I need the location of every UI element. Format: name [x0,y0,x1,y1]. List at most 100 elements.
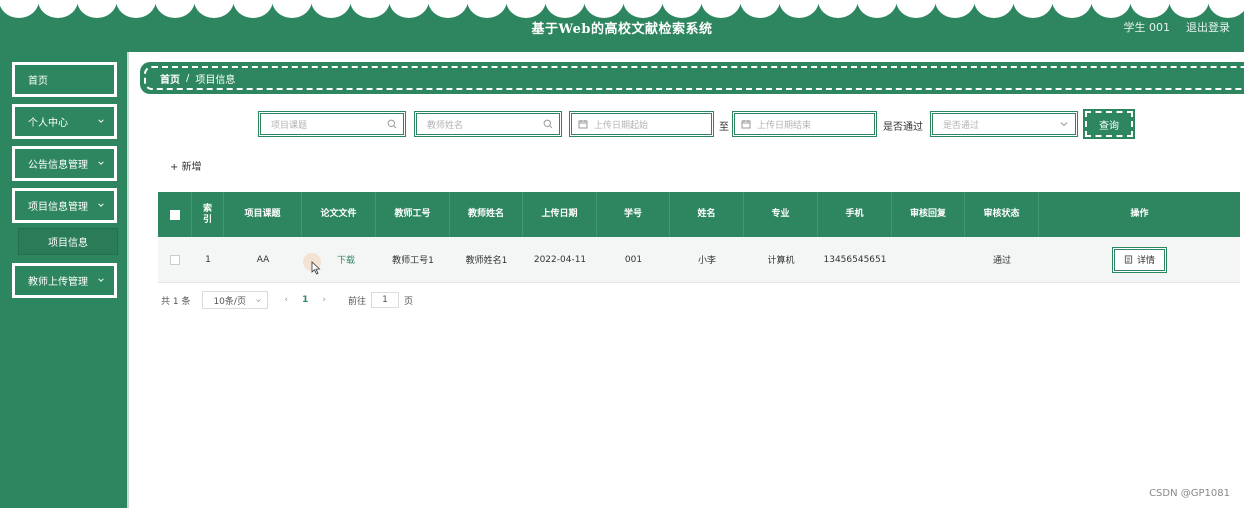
sidebar-item-label: 公告信息管理 [28,160,88,171]
chevron-down-icon [98,161,104,165]
scallop-shape [662,0,702,18]
user-area: 学生 001 退出登录 [1124,19,1231,35]
upload-date-start-input[interactable]: 上传日期起始 [569,111,714,137]
top-header: 基于Web的高校文献检索系统 学生 001 退出登录 [0,0,1244,52]
scallop-shape [233,0,273,18]
scallop-shape [506,0,546,18]
scallop-shape [155,0,195,18]
scallop-shape [194,0,234,18]
select-all-checkbox[interactable] [169,209,180,220]
row-select-cell [158,237,192,282]
current-user: 学生 001 [1123,21,1171,34]
select-placeholder: 是否通过 [943,120,980,131]
col-header-teacher-name: 教师姓名 [450,192,523,237]
sidebar-item-personal-center[interactable]: 个人中心 [12,104,117,139]
scallop-shape [818,0,858,18]
upload-date-end-input[interactable]: 上传日期结束 [732,111,877,137]
add-button[interactable]: + 新增 [170,158,202,173]
chevron-down-icon [256,299,262,303]
scallop-shape [1130,0,1170,18]
pagination: 共 1 条 10条/页 ‹ 1 › 前往 1 页 [161,291,413,309]
sidebar-item-teacher-upload[interactable]: 教师上传管理 [12,263,117,298]
query-button[interactable]: 查询 [1083,109,1135,139]
goto-page-input[interactable]: 1 [370,292,399,308]
cell-name: 小李 [697,256,716,266]
search-icon [543,119,553,129]
teacher-name-input[interactable]: 教师姓名 [414,111,562,137]
sidebar-subitem-project-info[interactable]: 项目信息 [18,228,118,255]
page-size-select[interactable]: 10条/页 [202,291,269,309]
sidebar: 首页 个人中心 公告信息管理 项目信息管理 项目信息 教师上传管理 [0,52,129,508]
document-icon [1124,255,1133,264]
scallop-shape [350,0,390,18]
scallop-shape [272,0,312,18]
cell-upload-date: 2022-04-11 [533,254,587,265]
scallop-shape [311,0,351,18]
scallop-shape [974,0,1014,18]
scallop-decoration [0,0,1244,18]
sidebar-item-label: 教师上传管理 [28,277,88,288]
cell-teacher-name: 教师姓名1 [465,256,508,266]
scallop-shape [1169,0,1209,18]
sidebar-item-label: 个人中心 [28,118,68,129]
scallop-shape [935,0,975,18]
cell-project: AA [256,254,270,265]
cell-status: 通过 [992,256,1011,266]
download-link[interactable]: 下载 [337,253,355,266]
chevron-down-icon [98,203,104,207]
detail-button-label: 详情 [1136,256,1155,266]
search-icon [387,119,397,129]
sidebar-item-announcement[interactable]: 公告信息管理 [12,146,117,181]
col-header-teacher-id: 教师工号 [376,192,450,237]
calendar-icon [578,120,588,129]
sidebar-item-project-management[interactable]: 项目信息管理 [12,188,117,223]
col-header-reply: 审核回复 [892,192,965,237]
scallop-shape [1091,0,1131,18]
scallop-shape [1052,0,1092,18]
breadcrumb-home[interactable]: 首页 [160,71,180,86]
scallop-shape [467,0,507,18]
mouse-cursor-icon [311,261,321,275]
scallop-shape [428,0,468,18]
sidebar-item-home[interactable]: 首页 [12,62,117,97]
row-checkbox[interactable] [170,254,180,265]
app-title: 基于Web的高校文献检索系统 [531,22,713,37]
cell-index: 1 [205,254,211,265]
chevron-down-icon [1060,122,1068,127]
sidebar-item-label: 项目信息管理 [28,202,88,213]
col-header-name: 姓名 [670,192,744,237]
project-title-input[interactable]: 项目课题 [258,111,406,137]
table-header: 索引 项目课题 论文文件 教师工号 教师姓名 上传日期 学号 姓名 专业 手机 … [158,192,1240,237]
cell-major: 计算机 [767,256,795,266]
breadcrumb-separator: / [186,72,190,84]
scallop-shape [389,0,429,18]
scallop-shape [779,0,819,18]
col-header-status: 审核状态 [965,192,1039,237]
scallop-shape [116,0,156,18]
prev-page-button[interactable]: ‹ [284,295,288,305]
input-placeholder: 上传日期起始 [594,120,649,131]
page-number[interactable]: 1 [302,295,308,305]
approved-label: 是否通过 [883,122,923,133]
cell-reply [892,237,965,282]
next-page-button[interactable]: › [322,295,326,305]
sidebar-item-label: 项目信息 [48,238,88,249]
watermark: CSDN @GP1081 [1149,488,1230,499]
col-header-major: 专业 [744,192,818,237]
detail-button[interactable]: 详情 [1112,246,1167,273]
cell-teacher-id: 教师工号1 [392,256,434,266]
breadcrumb-current: 项目信息 [195,74,236,86]
scallop-shape [1013,0,1053,18]
col-header-student-id: 学号 [597,192,670,237]
cell-action: 详情 [1039,237,1240,282]
logout-link[interactable]: 退出登录 [1186,19,1230,35]
scallop-shape [0,0,39,18]
select-all-cell [158,192,192,237]
col-header-phone: 手机 [818,192,892,237]
scallop-shape [857,0,897,18]
approved-select[interactable]: 是否通过 [930,111,1078,137]
breadcrumb: 首页 / 项目信息 [140,62,1244,94]
scallop-shape [896,0,936,18]
scallop-shape [701,0,741,18]
input-placeholder: 教师姓名 [427,120,464,131]
